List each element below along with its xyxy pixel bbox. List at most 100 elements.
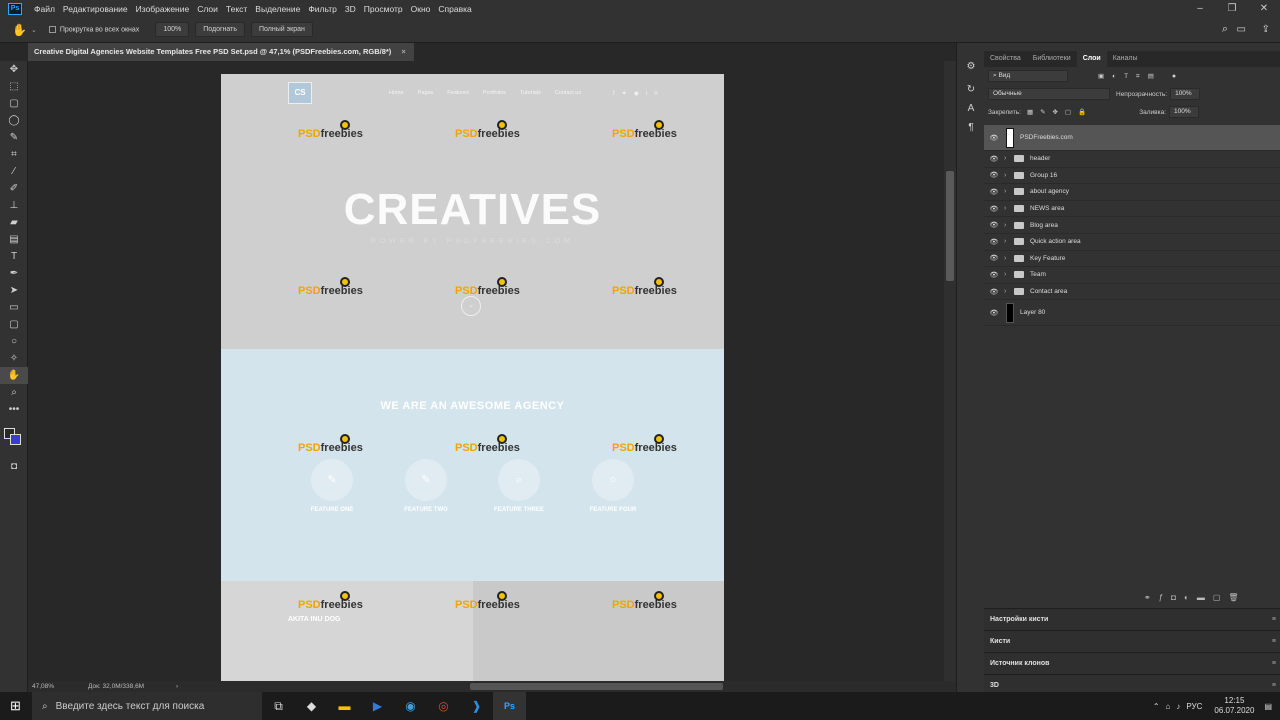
gradient-tool-icon[interactable]: ▤ — [0, 231, 28, 248]
layer-row[interactable]: 👁 › header — [984, 151, 1280, 168]
lang-indicator[interactable]: РУС — [1186, 702, 1202, 711]
panel-menu-icon[interactable]: ≡ — [1272, 631, 1276, 653]
restore-icon[interactable]: ❐ — [1216, 0, 1248, 17]
app-icon[interactable]: ◆ — [295, 692, 328, 720]
lasso-tool-icon[interactable]: ◯ — [0, 112, 28, 129]
eye-icon[interactable]: 👁 — [984, 205, 1004, 213]
panel-menu-icon[interactable]: ≡ — [1272, 609, 1276, 631]
layer-row[interactable]: 👁 › about agency — [984, 184, 1280, 201]
vscode-icon[interactable]: ❱ — [460, 692, 493, 720]
minimize-icon[interactable]: – — [1184, 0, 1216, 17]
menu-image[interactable]: Изображение — [132, 4, 194, 14]
eye-icon[interactable]: 👁 — [984, 271, 1004, 279]
checkbox-icon[interactable] — [48, 25, 56, 33]
vertical-scrollbar[interactable] — [944, 61, 956, 681]
artboard-tool-icon[interactable]: ⬚ — [0, 78, 28, 95]
layer-row[interactable]: 👁 PSDFreebies.com — [984, 125, 1280, 151]
lock-icons[interactable]: ▦✎✥▢🔒 — [1027, 108, 1093, 116]
notifications-icon[interactable]: ▤ — [1264, 702, 1272, 711]
menu-3d[interactable]: 3D — [341, 4, 360, 14]
layer-row[interactable]: 👁 › Team — [984, 267, 1280, 284]
zoom-tool-icon[interactable]: ⌕ — [0, 384, 28, 401]
network-icon[interactable]: ⌂ — [1166, 702, 1171, 711]
menu-select[interactable]: Выделение — [251, 4, 304, 14]
navigator-icon[interactable]: ⚙ — [957, 57, 985, 76]
clock[interactable]: 12:15 06.07.2020 — [1214, 696, 1254, 716]
menu-help[interactable]: Справка — [434, 4, 475, 14]
more-tools-icon[interactable]: ••• — [0, 401, 28, 418]
canvas-area[interactable]: CS Home Pages Features Portfolios Tutori… — [28, 61, 944, 681]
move-tool-icon[interactable]: ✥ — [0, 61, 28, 78]
eyedropper-tool-icon[interactable]: ⁄ — [0, 163, 28, 180]
type-tool-icon[interactable]: T — [0, 248, 28, 265]
volume-icon[interactable]: ♪ — [1176, 702, 1180, 711]
menu-window[interactable]: Окно — [407, 4, 435, 14]
expand-arrow-icon[interactable]: › — [1004, 238, 1012, 245]
layer-row[interactable]: 👁 Layer 80 — [984, 300, 1280, 327]
hand-tool-icon[interactable]: ✋ — [12, 23, 27, 37]
history-icon[interactable]: ↻ — [957, 80, 985, 99]
menu-layers[interactable]: Слои — [193, 4, 222, 14]
eye-icon[interactable]: 👁 — [984, 254, 1004, 262]
character-icon[interactable]: A — [957, 99, 985, 118]
menu-view[interactable]: Просмотр — [360, 4, 407, 14]
panel-menu-icon[interactable]: ≡ — [1272, 653, 1276, 675]
chrome-icon[interactable]: ◎ — [427, 692, 460, 720]
expand-arrow-icon[interactable]: › — [1004, 222, 1012, 229]
rounded-rect-tool-icon[interactable]: ▢ — [0, 316, 28, 333]
background-color-swatch[interactable] — [10, 434, 21, 445]
file-explorer-icon[interactable]: ▬ — [328, 692, 361, 720]
network-app-icon[interactable]: ◉ — [394, 692, 427, 720]
taskbar-search[interactable]: ⌕ Введите здесь текст для поиска — [32, 692, 262, 720]
fit-screen-button[interactable]: Подогнать — [195, 22, 245, 37]
eye-icon[interactable]: 👁 — [984, 188, 1004, 196]
opacity-field[interactable]: 100% — [1170, 88, 1201, 100]
document-tab[interactable]: Creative Digital Agencies Website Templa… — [28, 43, 414, 61]
menu-edit[interactable]: Редактирование — [59, 4, 132, 14]
eye-icon[interactable]: 👁 — [984, 309, 1004, 317]
fill-field[interactable]: 100% — [1169, 106, 1200, 118]
layer-row[interactable]: 👁 › Key Feature — [984, 251, 1280, 268]
panel-brush-settings[interactable]: Настройки кисти ≡ — [984, 608, 1280, 630]
expand-arrow-icon[interactable]: › — [1004, 188, 1012, 195]
paragraph-icon[interactable]: ¶ — [957, 118, 985, 137]
eraser-tool-icon[interactable]: ▰ — [0, 214, 28, 231]
panel-clone-source[interactable]: Источник клонов ≡ — [984, 652, 1280, 674]
horizontal-scrollbar[interactable] — [470, 683, 723, 690]
eye-icon[interactable]: 👁 — [984, 238, 1004, 246]
expand-arrow-icon[interactable]: › — [1004, 155, 1012, 162]
filter-icons[interactable]: ▣◐T⌗▤ — [1098, 72, 1162, 81]
zoom-100-button[interactable]: 100% — [155, 22, 190, 37]
layer-row[interactable]: 👁 › Blog area — [984, 217, 1280, 234]
tab-properties[interactable]: Свойства — [984, 51, 1027, 67]
menu-type[interactable]: Текст — [222, 4, 251, 14]
custom-shape-tool-icon[interactable]: ✧ — [0, 350, 28, 367]
stamp-tool-icon[interactable]: ⊥ — [0, 197, 28, 214]
path-select-tool-icon[interactable]: ➤ — [0, 282, 28, 299]
filter-toggle-icon[interactable]: ● — [1172, 73, 1176, 80]
eye-icon[interactable]: 👁 — [984, 134, 1004, 142]
tray-up-icon[interactable]: ⌃ — [1153, 702, 1160, 711]
marquee-tool-icon[interactable]: ▢ — [0, 95, 28, 112]
chevron-down-icon[interactable]: ⌄ — [31, 26, 37, 34]
panel-brushes[interactable]: Кисти ≡ — [984, 630, 1280, 652]
expand-arrow-icon[interactable]: › — [1004, 205, 1012, 212]
ellipse-tool-icon[interactable]: ○ — [0, 333, 28, 350]
menu-filter[interactable]: Фильтр — [304, 4, 341, 14]
expand-arrow-icon[interactable]: › — [1004, 255, 1012, 262]
windows-start-icon[interactable]: ⊞ — [10, 698, 21, 714]
tab-libraries[interactable]: Библиотеки — [1027, 51, 1077, 67]
brush-tool-icon[interactable]: ✐ — [0, 180, 28, 197]
eye-icon[interactable]: 👁 — [984, 171, 1004, 179]
scroll-thumb[interactable] — [946, 171, 954, 281]
menu-file[interactable]: Файл — [30, 4, 59, 14]
search-icon[interactable]: ⌕ — [1222, 23, 1228, 36]
pen-tool-icon[interactable]: ✒ — [0, 265, 28, 282]
photoshop-taskbar-icon[interactable]: Ps — [493, 692, 526, 720]
expand-arrow-icon[interactable]: › — [1004, 271, 1012, 278]
expand-arrow-icon[interactable]: › — [1004, 172, 1012, 179]
media-player-icon[interactable]: ▶ — [361, 692, 394, 720]
fullscreen-button[interactable]: Полный экран — [250, 22, 313, 37]
eye-icon[interactable]: 👁 — [984, 155, 1004, 163]
layer-actions[interactable]: ⚭ƒ◘◐▬▢🗑 — [1144, 593, 1247, 602]
